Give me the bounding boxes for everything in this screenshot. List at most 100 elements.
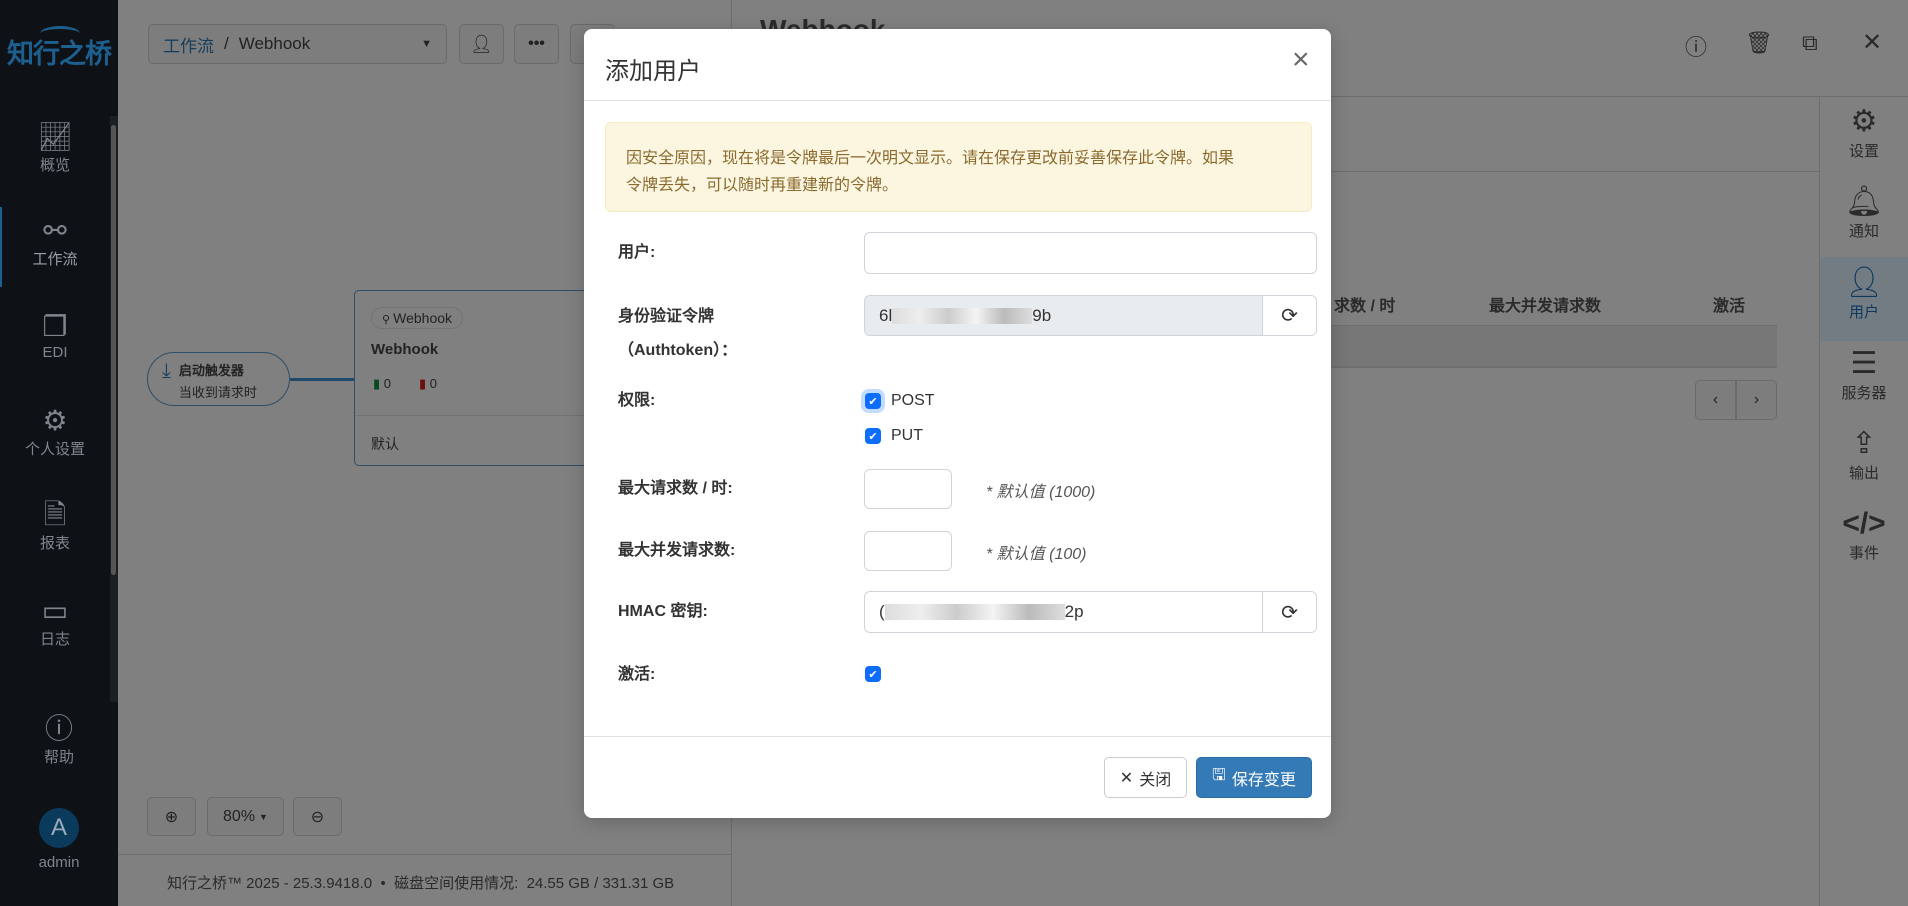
floppy-disk-icon: 🖫︎	[1212, 767, 1226, 784]
tab-output[interactable]: ⇪ 输出	[1820, 426, 1908, 483]
logo: 知行之桥	[0, 26, 118, 71]
regenerate-token-button[interactable]: ⟳	[1262, 296, 1316, 335]
file-error-icon: ▮	[419, 376, 427, 391]
regenerate-hmac-button[interactable]: ⟳	[1262, 592, 1316, 632]
redacted-mask	[892, 307, 1033, 324]
layer-icon: ▭	[41, 595, 69, 626]
caret-down-icon: ▼	[259, 811, 268, 822]
sidebar-item-workflow[interactable]: ⚯ 工作流	[0, 214, 110, 269]
disk-usage: 磁盘空间使用情况: 24.55 GB / 331.31 GB	[394, 875, 675, 892]
trigger-node[interactable]: ⤓ 启动触发器 当收到请求时	[147, 352, 290, 406]
bullet: •	[380, 875, 386, 892]
authtoken-field[interactable]: 6l 9b	[865, 296, 1262, 335]
hmac-group: (2p ⟳	[864, 591, 1317, 633]
zoom-level-dropdown[interactable]: 80% ▼	[207, 797, 284, 836]
chart-line-icon: 📈︎	[37, 121, 73, 152]
zoom-out-button[interactable]: ⊖	[293, 797, 342, 836]
token-suffix: 9b	[1032, 305, 1052, 325]
tab-label: 事件	[1848, 545, 1879, 562]
webhook-icon: ⚲	[382, 314, 394, 326]
put-checkbox-row[interactable]: ✔ PUT	[865, 427, 923, 445]
user-button[interactable]: 👤︎	[459, 24, 504, 64]
put-label: PUT	[891, 427, 923, 444]
sidebar-item-reports[interactable]: 🗎︎ 报表	[0, 498, 110, 553]
success-count-value: 0	[383, 376, 392, 391]
tab-servers[interactable]: ☰ 服务器	[1820, 346, 1908, 403]
download-icon: ⤓	[162, 360, 171, 382]
sidebar-item-label: 概览	[39, 157, 70, 174]
version-text: 知行之桥™ 2025 - 25.3.9418.0	[167, 875, 373, 892]
more-button[interactable]: •••	[514, 24, 559, 64]
table-header: 最大并发请求数	[1489, 298, 1602, 315]
help-label: 帮助	[43, 749, 74, 766]
next-page-button[interactable]: ›	[1736, 380, 1777, 420]
tab-settings[interactable]: ⚙ 设置	[1820, 104, 1908, 161]
hmac-label: HMAC 密钥:	[618, 603, 708, 620]
code-icon: </>	[1842, 507, 1886, 540]
dialog-title: 添加用户	[605, 58, 701, 85]
alert-line: 令牌丢失，可以随时再重建新的令牌。	[626, 177, 899, 194]
external-link-icon[interactable]: ⧉	[1802, 30, 1818, 56]
post-checkbox[interactable]: ✔	[865, 393, 881, 409]
close-icon[interactable]: ×	[1292, 43, 1310, 77]
chevron-right-icon: ›	[1753, 391, 1760, 408]
error-count-value: 0	[429, 376, 438, 391]
gears-icon: ⚙	[42, 405, 68, 436]
user-icon: 👤︎	[470, 33, 493, 54]
upload-icon: ⇪	[1851, 427, 1877, 460]
save-button[interactable]: 🖫︎ 保存变更	[1196, 757, 1312, 798]
max-requests-input[interactable]	[864, 469, 952, 509]
close-button[interactable]: ✕ 关闭	[1104, 757, 1187, 798]
close-panel-icon[interactable]: ✕	[1862, 28, 1882, 57]
user-input[interactable]	[864, 232, 1317, 274]
tab-notifications[interactable]: 🔔︎ 通知	[1820, 184, 1908, 241]
active-checkbox[interactable]: ✔	[865, 666, 881, 682]
help-icon[interactable]: ⓘ	[1685, 30, 1707, 62]
security-alert: 因安全原因，现在将是令牌最后一次明文显示。请在保存更改前妥善保存此令牌。如果 令牌…	[605, 122, 1312, 212]
alert-line: 因安全原因，现在将是令牌最后一次明文显示。请在保存更改前妥善保存此令牌。如果	[626, 150, 1235, 167]
connector-line	[290, 378, 356, 381]
card-footer: 默认	[371, 436, 399, 452]
sidebar-scroll-thumb[interactable]	[111, 125, 116, 575]
max-concurrent-input[interactable]	[864, 531, 952, 571]
trigger-subtitle: 当收到请求时	[178, 385, 257, 400]
tab-label: 用户	[1848, 304, 1879, 321]
breadcrumb[interactable]: 工作流 / Webhook ▼	[148, 24, 447, 64]
tab-users[interactable]: 👤︎ 用户	[1820, 257, 1908, 341]
token-prefix: 6l	[879, 305, 893, 325]
label-line: 身份验证令牌	[618, 308, 715, 325]
sidebar-item-edi[interactable]: ❐ EDI	[0, 310, 110, 361]
hmac-suffix: 2p	[1064, 602, 1084, 621]
avatar[interactable]: A	[39, 808, 79, 848]
max-requests-label: 最大请求数 / 时:	[618, 480, 733, 497]
server-icon: ☰	[1850, 347, 1878, 380]
sidebar: 知行之桥 📈︎ 概览 ⚯ 工作流 ❐ EDI ⚙ 个人设置 🗎︎ 报表 ▭ 日志 ⓘ 帮助 A…	[0, 0, 118, 906]
breadcrumb-parent[interactable]: 工作流	[163, 32, 214, 57]
success-count: ▮ 0	[373, 376, 391, 392]
sidebar-item-personal-settings[interactable]: ⚙ 个人设置	[0, 404, 110, 459]
footer-divider	[584, 736, 1331, 737]
help-button[interactable]: ⓘ 帮助	[0, 710, 118, 767]
sidebar-item-logs[interactable]: ▭ 日志	[0, 594, 110, 649]
zoom-in-button[interactable]: ⊕	[147, 797, 196, 836]
trash-icon[interactable]: 🗑︎	[1745, 30, 1773, 56]
tab-events[interactable]: </> 事件	[1820, 506, 1908, 563]
sidebar-item-label: 工作流	[32, 251, 78, 268]
zoom-in-icon: ⊕	[164, 808, 179, 826]
prev-page-button[interactable]: ‹	[1695, 380, 1736, 420]
post-checkbox-row[interactable]: ✔ POST	[865, 392, 935, 410]
bell-icon: 🔔︎	[1844, 185, 1884, 218]
refresh-icon: ⟳	[1281, 601, 1298, 624]
user-label: 用户:	[618, 244, 656, 261]
save-label: 保存变更	[1231, 771, 1296, 789]
authtoken-group: 6l 9b ⟳	[864, 295, 1317, 336]
put-checkbox[interactable]: ✔	[865, 428, 881, 444]
sidebar-item-label: 报表	[39, 535, 70, 552]
sidebar-item-label: EDI	[42, 344, 68, 361]
status-footer: 知行之桥™ 2025 - 25.3.9418.0 • 磁盘空间使用情况: 24.…	[167, 872, 674, 893]
footer-divider	[118, 854, 731, 855]
permissions-label: 权限:	[618, 392, 656, 409]
hmac-field[interactable]: (2p	[865, 592, 1262, 632]
sidebar-item-overview[interactable]: 📈︎ 概览	[0, 120, 110, 175]
close-label: 关闭	[1139, 771, 1172, 789]
